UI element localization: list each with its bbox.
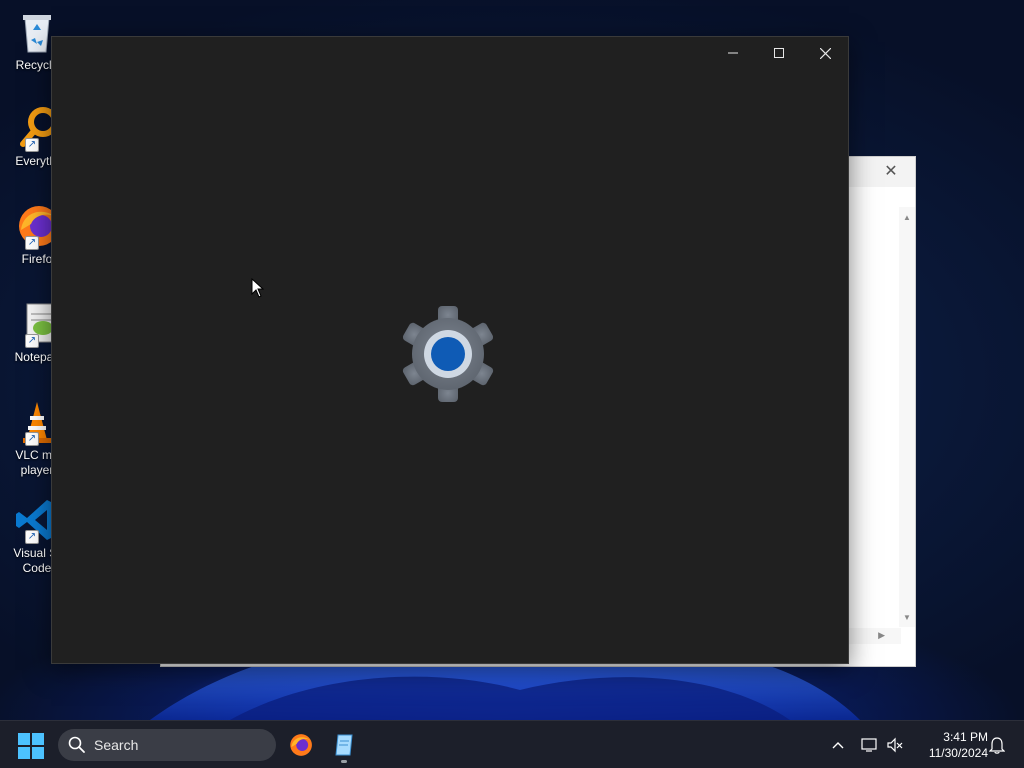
search-icon — [68, 736, 85, 753]
network-icon — [861, 738, 877, 752]
minimize-icon — [728, 52, 738, 54]
running-indicator — [341, 760, 347, 763]
clock-time: 3:41 PM — [943, 730, 988, 744]
close-button[interactable] — [802, 37, 848, 69]
scroll-right-icon[interactable]: ▶ — [878, 630, 885, 641]
search-label: Search — [94, 737, 139, 753]
shortcut-arrow-icon: ↗ — [25, 530, 39, 544]
notification-bell-icon — [989, 737, 1005, 754]
desktop-icon-label: Firefo — [21, 252, 53, 266]
windows-logo-icon — [18, 733, 30, 745]
chevron-up-icon — [832, 742, 844, 749]
shortcut-arrow-icon: ↗ — [25, 432, 39, 446]
show-hidden-icons-button[interactable] — [828, 721, 848, 768]
scroll-down-icon[interactable]: ▼ — [902, 613, 912, 623]
settings-gear-icon — [398, 304, 498, 404]
taskbar-notepad[interactable] — [328, 729, 360, 763]
scroll-up-icon[interactable]: ▲ — [902, 213, 912, 223]
maximize-icon — [774, 48, 784, 58]
vertical-scrollbar[interactable]: ▲ ▼ — [899, 207, 915, 627]
notifications-button[interactable] — [986, 721, 1008, 768]
shortcut-arrow-icon: ↗ — [25, 138, 39, 152]
shortcut-arrow-icon: ↗ — [25, 236, 39, 250]
maximize-button[interactable] — [756, 37, 802, 69]
clock-date: 11/30/2024 — [928, 746, 988, 760]
mouse-cursor-icon — [251, 278, 265, 298]
taskbar-search[interactable]: Search — [58, 729, 276, 761]
notepad-icon — [335, 734, 353, 756]
windows-logo-tile — [18, 747, 30, 759]
shortcut-arrow-icon: ↗ — [25, 334, 39, 348]
background-window-close-button[interactable]: ✕ — [881, 162, 901, 182]
taskbar: Search 3:41 PM 11/30/2024 — [0, 720, 1024, 768]
firefox-icon — [290, 734, 312, 756]
windows-logo-tile — [32, 733, 44, 745]
windows-logo-tile — [32, 747, 44, 759]
start-button[interactable] — [18, 733, 44, 759]
network-button[interactable] — [858, 721, 882, 768]
settings-window[interactable] — [51, 36, 849, 664]
window-controls — [710, 37, 848, 69]
taskbar-clock[interactable]: 3:41 PM 11/30/2024 — [912, 729, 988, 761]
volume-muted-icon — [887, 737, 903, 753]
close-icon — [819, 47, 831, 59]
volume-button[interactable] — [884, 721, 906, 768]
taskbar-firefox[interactable] — [284, 729, 316, 761]
minimize-button[interactable] — [710, 37, 756, 69]
